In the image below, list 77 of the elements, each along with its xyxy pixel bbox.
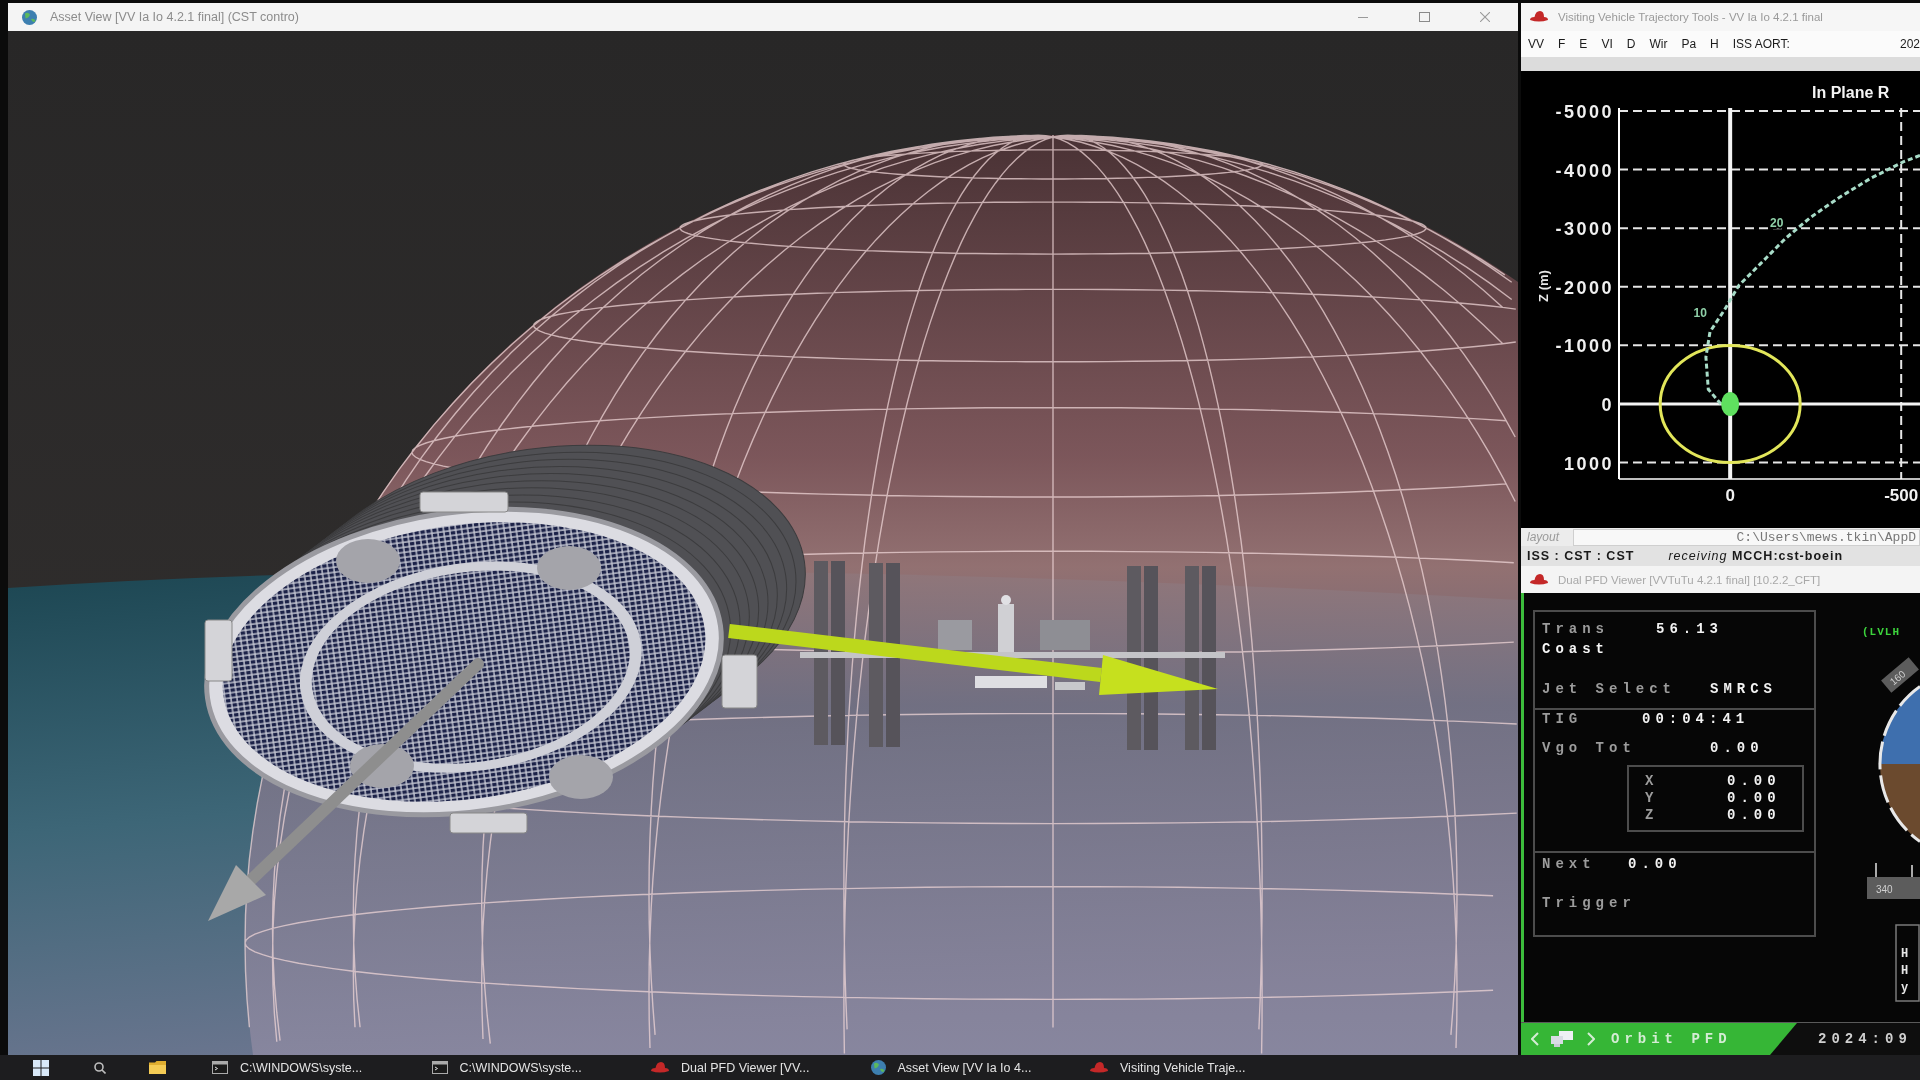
readout-label: H bbox=[1901, 964, 1909, 978]
axis-tick-label: -2000 bbox=[1555, 277, 1614, 298]
menu-item[interactable]: H bbox=[1710, 37, 1719, 51]
field-value: 0.00 bbox=[1727, 773, 1781, 790]
minimize-icon[interactable] bbox=[1358, 16, 1368, 18]
menu-item[interactable]: D bbox=[1626, 37, 1636, 51]
globe-icon bbox=[870, 1060, 886, 1075]
link-status: ISS : CST : CST bbox=[1527, 549, 1635, 563]
axis-tick-label: 1000 bbox=[1563, 453, 1614, 474]
chevron-left-icon[interactable] bbox=[1531, 1032, 1539, 1046]
axis-tick-label: -5000 bbox=[1555, 101, 1614, 122]
axis-label: Z (m) bbox=[1536, 270, 1551, 302]
field-value: 0.00 bbox=[1727, 807, 1781, 824]
field-label: Jet Select bbox=[1542, 680, 1676, 699]
field-label: Next bbox=[1542, 855, 1596, 874]
app-icon bbox=[1530, 573, 1548, 586]
chevron-right-icon[interactable] bbox=[1587, 1032, 1595, 1046]
console-icon bbox=[212, 1061, 228, 1074]
search-icon[interactable] bbox=[94, 1061, 106, 1074]
app-icon bbox=[1530, 11, 1548, 23]
axis-label: Y bbox=[1645, 790, 1659, 807]
computer-icon[interactable] bbox=[1551, 1031, 1573, 1047]
mode-label: Coast bbox=[1542, 640, 1609, 659]
field-value: 0.00 bbox=[1727, 790, 1781, 807]
axis-tick-label: -1000 bbox=[1555, 336, 1614, 357]
axis-label: X bbox=[1645, 773, 1659, 790]
menu-item[interactable]: Wir bbox=[1649, 37, 1668, 51]
page-title: Orbit PFD bbox=[1611, 1031, 1732, 1047]
field-label: layout bbox=[1527, 530, 1560, 544]
window-title: Asset View [VV Ia Io 4.2.1 final] (CST contro) bbox=[50, 10, 299, 24]
window-title: Dual PFD Viewer [VVTuTu 4.2.1 final] [10.2.2_CFT] bbox=[1558, 573, 1821, 586]
scale-tag: 160 bbox=[1881, 657, 1919, 693]
field-label: Trans bbox=[1542, 620, 1609, 639]
menu-item[interactable]: VV bbox=[1528, 37, 1544, 51]
taskbar-item[interactable]: Dual PFD Viewer [VV... bbox=[646, 1055, 866, 1080]
axis-tick-label: -500 bbox=[1884, 486, 1919, 505]
maximize-icon[interactable] bbox=[1418, 12, 1430, 22]
console-icon bbox=[431, 1061, 448, 1074]
menu-item[interactable]: F bbox=[1558, 37, 1566, 51]
menu-item[interactable]: Pa bbox=[1681, 37, 1697, 51]
axis-tick-label: 0 bbox=[1725, 486, 1735, 505]
time-marker-label: 10 bbox=[1693, 306, 1707, 320]
taskbar-item[interactable]: Visiting Vehicle Traje... bbox=[1085, 1055, 1305, 1080]
date-label: 202 bbox=[1899, 37, 1920, 51]
app-icon bbox=[651, 1061, 669, 1074]
axis-tick-label: -4000 bbox=[1555, 160, 1614, 181]
layout-path-field[interactable]: C:\Users\mews.tkin\AppD bbox=[1573, 528, 1920, 546]
readout-label: H bbox=[1901, 947, 1909, 961]
field-value: 56.13 bbox=[1656, 620, 1723, 639]
menu-item[interactable]: ISS AORT: bbox=[1732, 37, 1790, 51]
field-value: 0.00 bbox=[1628, 855, 1682, 874]
date-label: 2024:09 bbox=[1818, 1031, 1912, 1047]
field-label: Trigger bbox=[1542, 894, 1636, 913]
connection-status: receiving MCCH:cst-boein bbox=[1668, 549, 1844, 563]
field-value: SMRCS bbox=[1710, 680, 1777, 699]
axis-tick-label: -3000 bbox=[1555, 219, 1614, 240]
window-title: Visiting Vehicle Trajectory Tools - VV Ia Io 4.2.1 final bbox=[1558, 11, 1823, 23]
taskbar-item[interactable]: C:\WINDOWS\syste... bbox=[426, 1055, 646, 1080]
globe-icon bbox=[22, 9, 37, 25]
taskbar-item[interactable]: C:\WINDOWS\syste... bbox=[207, 1055, 427, 1080]
chart-title: In Plane R bbox=[1812, 84, 1890, 101]
field-value: 00:04:41 bbox=[1642, 710, 1750, 728]
app-icon bbox=[1090, 1061, 1108, 1074]
menu-item[interactable]: VI bbox=[1601, 37, 1613, 51]
readout-label: y bbox=[1901, 981, 1909, 995]
frame-label: (LVLH bbox=[1862, 626, 1900, 638]
time-marker-label: 20 bbox=[1770, 215, 1784, 230]
taskbar-item[interactable]: Asset View [VV Ia Io 4... bbox=[865, 1055, 1085, 1080]
menu-item[interactable]: E bbox=[1579, 37, 1588, 51]
windows-logo-icon[interactable] bbox=[33, 1059, 49, 1076]
field-label: TIG bbox=[1542, 710, 1583, 728]
folder-icon[interactable] bbox=[148, 1061, 166, 1074]
field-label: Vgo Tot bbox=[1542, 739, 1636, 757]
axis-label: Z bbox=[1645, 807, 1659, 824]
field-value: 0.00 bbox=[1710, 739, 1764, 757]
axis-tick-label: 0 bbox=[1601, 395, 1614, 415]
close-icon[interactable] bbox=[1480, 12, 1490, 22]
